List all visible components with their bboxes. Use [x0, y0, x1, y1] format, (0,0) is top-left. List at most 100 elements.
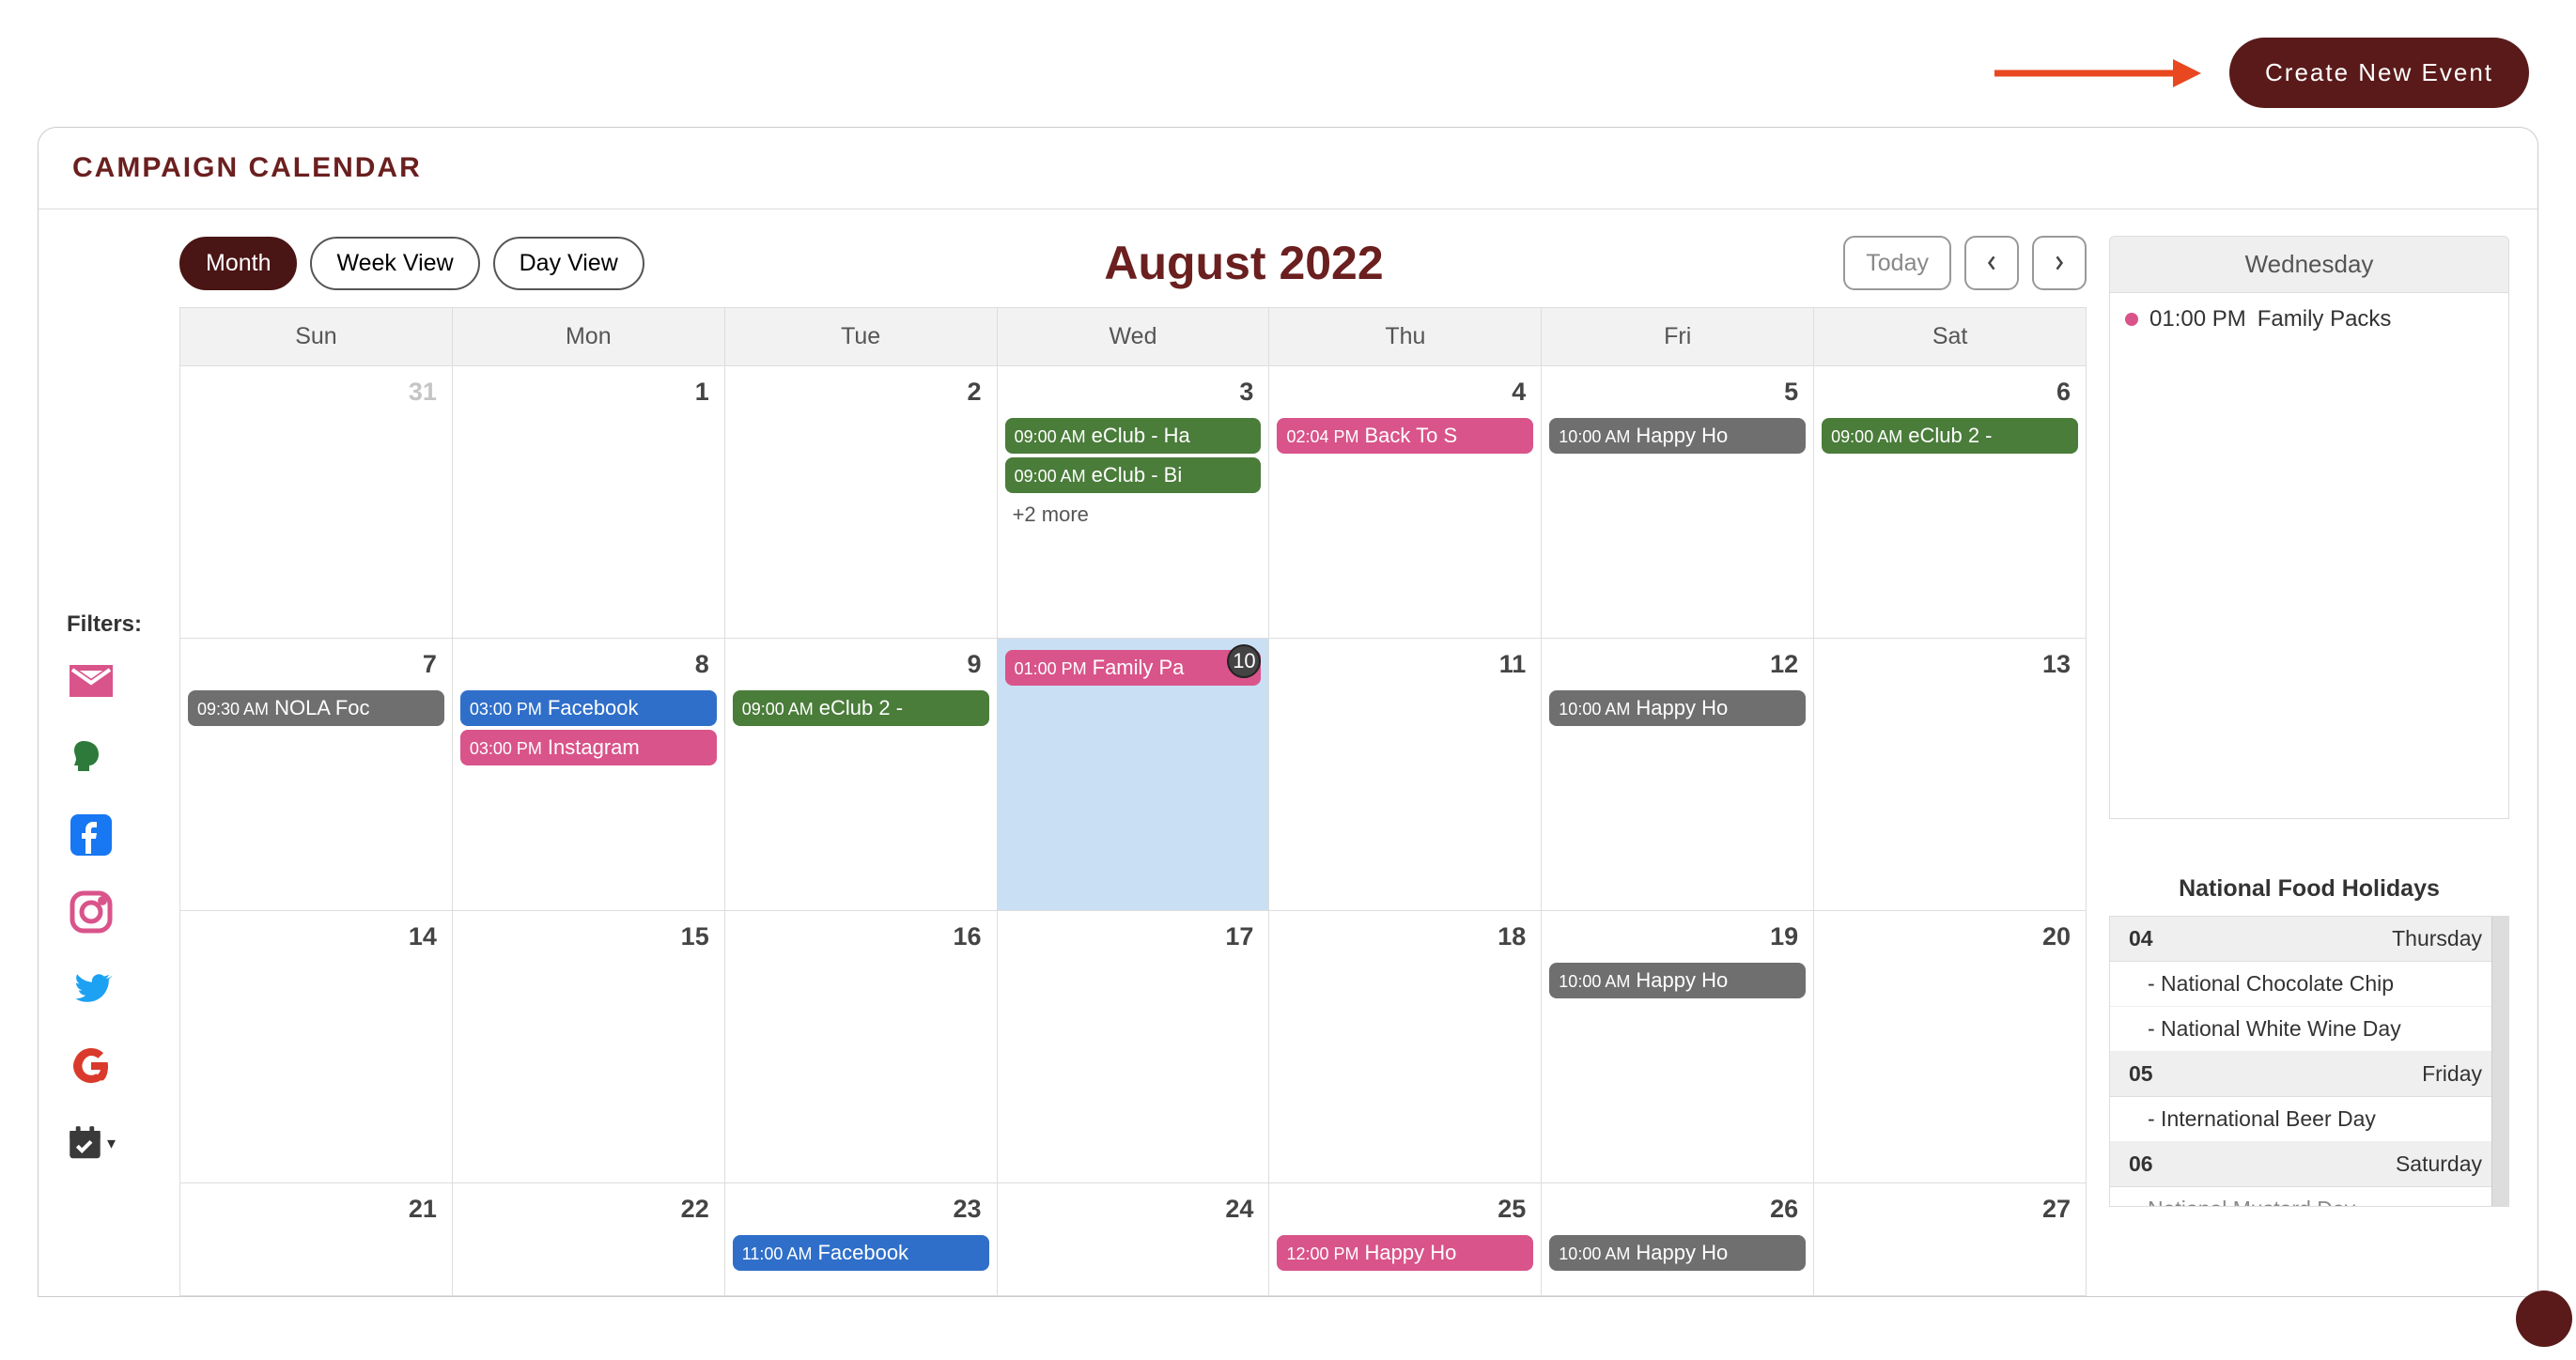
- holiday-item[interactable]: National Mustard Day: [2110, 1187, 2508, 1206]
- calendar-cell[interactable]: 27: [1814, 1182, 2086, 1295]
- day-number: 24: [1003, 1191, 1264, 1231]
- calendar-cell[interactable]: 14: [180, 910, 453, 1182]
- day-number: 4: [1275, 374, 1535, 414]
- filter-twitter-icon[interactable]: [67, 965, 116, 1013]
- filter-google-icon[interactable]: [67, 1042, 116, 1090]
- calendar-event[interactable]: 09:00 AMeClub - Ha: [1005, 418, 1262, 454]
- calendar-cell[interactable]: 22: [453, 1182, 725, 1295]
- calendar-event[interactable]: 12:00 PMHappy Ho: [1277, 1235, 1533, 1271]
- calendar-cell[interactable]: 24: [998, 1182, 1270, 1295]
- calendar-cell[interactable]: 23 11:00 AMFacebook: [725, 1182, 998, 1295]
- side-day-body: 01:00 PM Family Packs: [2109, 293, 2509, 819]
- next-month-button[interactable]: [2032, 236, 2087, 290]
- day-number: 16: [731, 919, 991, 959]
- calendar-cell[interactable]: 15: [453, 910, 725, 1182]
- calendar-event[interactable]: 09:30 AMNOLA Foc: [188, 690, 444, 726]
- day-header: Mon: [453, 308, 725, 365]
- more-events-link[interactable]: +2 more: [1003, 497, 1264, 533]
- day-number: 14: [186, 919, 446, 959]
- calendar-title: August 2022: [1104, 236, 1383, 290]
- calendar-event[interactable]: 11:00 AMFacebook: [733, 1235, 989, 1271]
- calendar-event[interactable]: 09:00 AMeClub - Bi: [1005, 457, 1262, 493]
- calendar-event[interactable]: 03:00 PMFacebook: [460, 690, 717, 726]
- filter-brain-icon[interactable]: [67, 734, 116, 782]
- annotation-arrow: [1994, 50, 2201, 97]
- calendar-cell[interactable]: 18: [1269, 910, 1542, 1182]
- calendar-cell[interactable]: 17: [998, 910, 1270, 1182]
- holiday-item[interactable]: - International Beer Day: [2110, 1097, 2508, 1142]
- filter-email-icon[interactable]: [67, 657, 116, 705]
- calendar-cell[interactable]: 21: [180, 1182, 453, 1295]
- filter-calendar-icon[interactable]: ▾: [67, 1119, 116, 1167]
- calendar-event[interactable]: 10:00 AMHappy Ho: [1549, 418, 1806, 454]
- calendar-cell[interactable]: 11: [1269, 638, 1542, 910]
- day-number: 19: [1547, 919, 1808, 959]
- day-header: Thu: [1269, 308, 1542, 365]
- side-event-time: 01:00 PM: [2149, 306, 2246, 332]
- calendar-cell[interactable]: 19 10:00 AMHappy Ho: [1542, 910, 1814, 1182]
- calendar-cell[interactable]: 609:00 AMeClub 2 -: [1814, 365, 2086, 638]
- today-button[interactable]: Today: [1843, 236, 1951, 290]
- calendar-cell[interactable]: 16: [725, 910, 998, 1182]
- calendar-event[interactable]: 02:04 PMBack To S: [1277, 418, 1533, 454]
- calendar-cell[interactable]: 2: [725, 365, 998, 638]
- calendar-event[interactable]: 09:00 AMeClub 2 -: [733, 690, 989, 726]
- holidays-title: National Food Holidays: [2109, 875, 2509, 903]
- side-event-title: Family Packs: [2258, 306, 2392, 332]
- calendar-cell[interactable]: 4 02:04 PMBack To S: [1269, 365, 1542, 638]
- day-number: 13: [1820, 646, 2080, 687]
- calendar-event[interactable]: 09:00 AMeClub 2 -: [1822, 418, 2078, 454]
- filter-instagram-icon[interactable]: [67, 888, 116, 936]
- calendar-cell[interactable]: 1210:00 AMHappy Ho: [1542, 638, 1814, 910]
- holidays-box: 04Thursday- National Chocolate Chip- Nat…: [2109, 916, 2509, 1207]
- campaign-calendar-panel: CAMPAIGN CALENDAR Filters: ▾: [38, 127, 2538, 1297]
- day-number: 23: [731, 1191, 991, 1231]
- day-number: 17: [1003, 919, 1264, 959]
- side-event[interactable]: 01:00 PM Family Packs: [2125, 306, 2493, 332]
- calendar-event[interactable]: 10:00 AMHappy Ho: [1549, 690, 1806, 726]
- calendar-cell[interactable]: 909:00 AMeClub 2 -: [725, 638, 998, 910]
- prev-month-button[interactable]: [1964, 236, 2019, 290]
- calendar-cell[interactable]: 709:30 AMNOLA Foc: [180, 638, 453, 910]
- day-header: Fri: [1542, 308, 1814, 365]
- view-month-button[interactable]: Month: [179, 237, 297, 290]
- holidays-scrollbar[interactable]: [2491, 917, 2508, 1206]
- calendar-event[interactable]: 10:00 AMHappy Ho: [1549, 963, 1806, 998]
- event-dot-icon: [2125, 313, 2138, 326]
- holiday-date-row: 04Thursday: [2110, 917, 2508, 962]
- day-number: 8: [458, 646, 719, 687]
- holiday-date-row: 05Friday: [2110, 1052, 2508, 1097]
- calendar-cell[interactable]: 20: [1814, 910, 2086, 1182]
- calendar-cell[interactable]: 1001:00 PMFamily Pa: [998, 638, 1270, 910]
- calendar-event[interactable]: 10:00 AMHappy Ho: [1549, 1235, 1806, 1271]
- holiday-item[interactable]: - National White Wine Day: [2110, 1007, 2508, 1052]
- holiday-item[interactable]: - National Chocolate Chip: [2110, 962, 2508, 1007]
- calendar-cell[interactable]: 803:00 PMFacebook 03:00 PMInstagram: [453, 638, 725, 910]
- chevron-down-icon: ▾: [107, 1134, 116, 1153]
- calendar-cell[interactable]: 13: [1814, 638, 2086, 910]
- calendar-cell[interactable]: 2610:00 AMHappy Ho: [1542, 1182, 1814, 1295]
- day-number: 18: [1275, 919, 1535, 959]
- day-header: Sat: [1814, 308, 2086, 365]
- day-number: 12: [1547, 646, 1808, 687]
- calendar-cell[interactable]: 5 10:00 AMHappy Ho: [1542, 365, 1814, 638]
- create-new-event-button[interactable]: Create New Event: [2229, 38, 2529, 108]
- calendar-grid: SunMonTueWedThuFriSat 3112309:00 AMeClub…: [179, 307, 2087, 1296]
- day-number: 21: [186, 1191, 446, 1231]
- calendar-cell[interactable]: 1: [453, 365, 725, 638]
- filters-label: Filters:: [67, 611, 170, 638]
- view-week-button[interactable]: Week View: [310, 237, 479, 290]
- fab-button[interactable]: [2516, 1290, 2572, 1347]
- calendar-cell[interactable]: 31: [180, 365, 453, 638]
- filter-facebook-icon[interactable]: [67, 811, 116, 859]
- day-number: 11: [1275, 646, 1535, 687]
- calendar-cell[interactable]: 309:00 AMeClub - Ha09:00 AMeClub - Bi+2 …: [998, 365, 1270, 638]
- calendar-cell[interactable]: 2512:00 PMHappy Ho: [1269, 1182, 1542, 1295]
- day-number: 22: [458, 1191, 719, 1231]
- day-number: 5: [1547, 374, 1808, 414]
- day-number: 15: [458, 919, 719, 959]
- view-day-button[interactable]: Day View: [493, 237, 644, 290]
- calendar-event[interactable]: 01:00 PMFamily Pa: [1005, 650, 1262, 686]
- calendar-event[interactable]: 03:00 PMInstagram: [460, 730, 717, 765]
- day-number: 9: [731, 646, 991, 687]
